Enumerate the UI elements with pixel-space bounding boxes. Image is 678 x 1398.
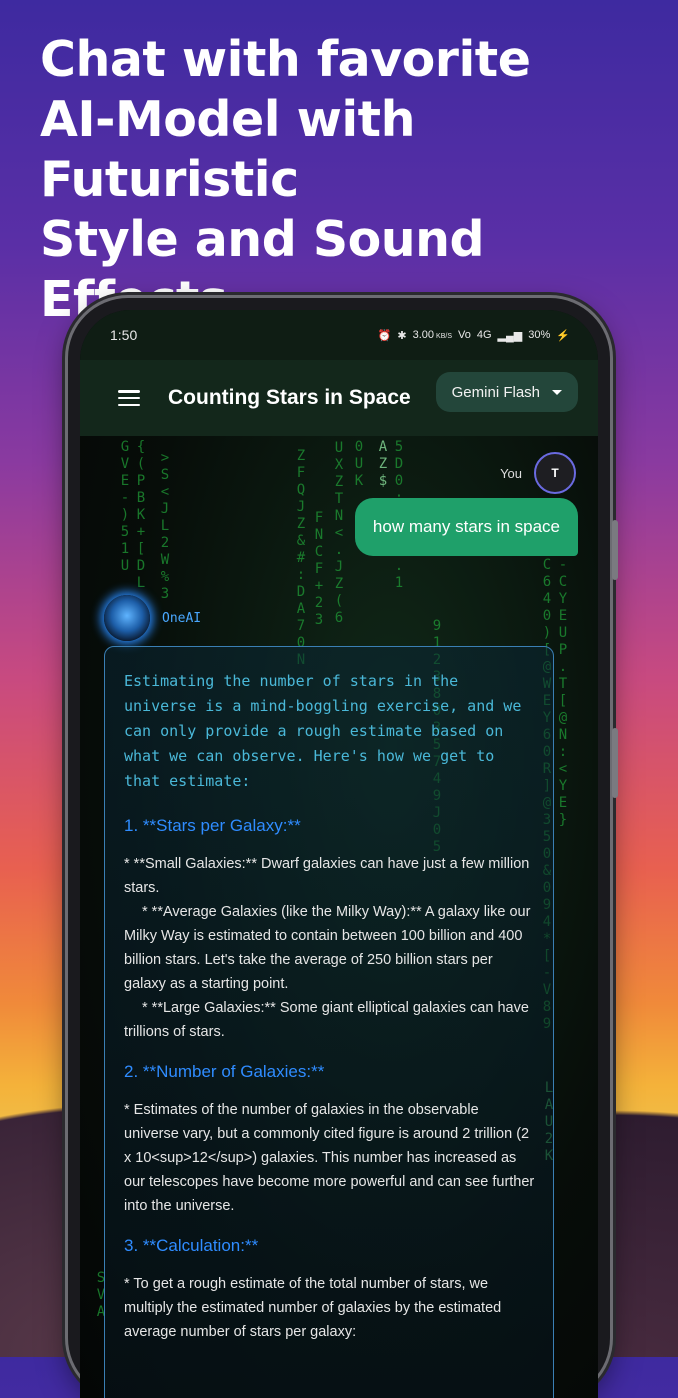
- alarm-icon: ⏰: [377, 329, 392, 342]
- model-selector-label: Gemini Flash: [451, 383, 540, 401]
- headline-line-2: AI-Model with Futuristic: [40, 91, 415, 208]
- ai-header: OneAI: [104, 595, 201, 641]
- user-label: You: [500, 465, 522, 481]
- volte-icon: Vo: [458, 329, 471, 341]
- phone-volume-button: [612, 520, 618, 580]
- charging-icon: ⚡: [556, 329, 570, 342]
- ai-avatar: [104, 595, 150, 641]
- promo-headline: Chat with favorite AI-Model with Futuris…: [40, 30, 660, 330]
- status-icons: ⏰ ✱ 3.00 KB/S Vo 4G ▂▄▆ 30% ⚡: [378, 329, 570, 342]
- phone-screen: L G V E - ) 5 1 U W { ( P B K + [ D L > …: [80, 310, 598, 1398]
- headline-line-1: Chat with favorite: [40, 31, 531, 88]
- bluetooth-icon: ✱: [397, 329, 407, 342]
- phone-power-button: [612, 728, 618, 798]
- status-bar: 1:50 ⏰ ✱ 3.00 KB/S Vo 4G ▂▄▆ 30% ⚡: [80, 310, 598, 360]
- response-intro: Estimating the number of stars in the un…: [124, 672, 522, 790]
- response-heading-1: 1. **Stars per Galaxy:**: [124, 816, 301, 835]
- response-heading-2: 2. **Number of Galaxies:**: [124, 1062, 325, 1081]
- user-avatar[interactable]: T: [534, 452, 576, 494]
- ai-response-card[interactable]: Estimating the number of stars in the un…: [104, 646, 554, 1398]
- phone-frame: L G V E - ) 5 1 U W { ( P B K + [ D L > …: [68, 298, 618, 1398]
- response-bullet-small-galaxies: * **Small Galaxies:** Dwarf galaxies can…: [124, 856, 530, 896]
- response-paragraph-calculation: * To get a rough estimate of the total n…: [124, 1276, 502, 1340]
- model-selector[interactable]: Gemini Flash: [435, 372, 578, 412]
- response-heading-3: 3. **Calculation:**: [124, 1236, 259, 1255]
- dropdown-caret-icon: [552, 389, 562, 395]
- app-bar: Counting Stars in Space Gemini Flash: [80, 360, 598, 436]
- chat-title: Counting Stars in Space: [168, 386, 411, 409]
- ai-name: OneAI: [162, 610, 202, 626]
- network-speed: 3.00 KB/S: [412, 329, 452, 341]
- response-bullet-average-galaxies: * **Average Galaxies (like the Milky Way…: [124, 904, 531, 992]
- response-paragraph-galaxies: * Estimates of the number of galaxies in…: [124, 1102, 535, 1214]
- signal-icon: ▂▄▆: [497, 329, 523, 342]
- battery-level: 30%: [528, 329, 551, 341]
- network-type: 4G: [476, 329, 492, 341]
- menu-icon[interactable]: [118, 390, 140, 406]
- user-header: You T: [500, 452, 576, 494]
- response-bullet-large-galaxies: * **Large Galaxies:** Some giant ellipti…: [124, 1000, 529, 1040]
- user-message-bubble[interactable]: how many stars in space: [354, 498, 578, 556]
- status-time: 1:50: [110, 327, 138, 343]
